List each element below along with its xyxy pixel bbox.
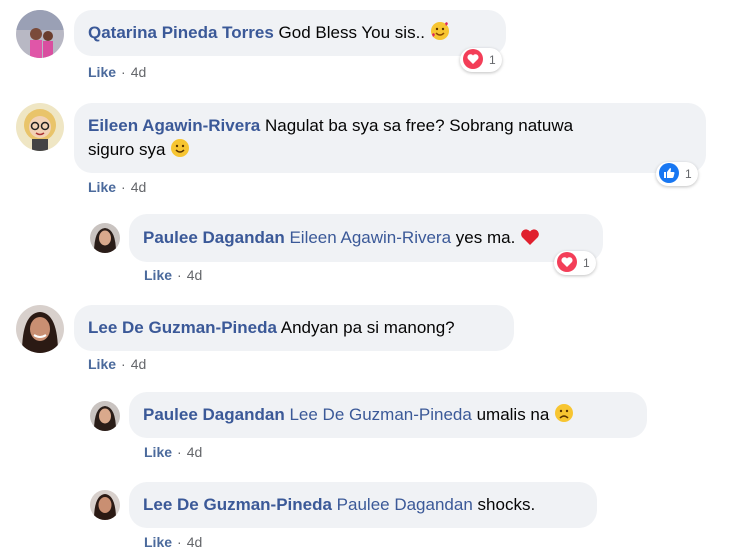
smiling-face-icon [170, 138, 190, 165]
reaction-count: 1 [685, 167, 692, 181]
reaction-count: 1 [583, 256, 590, 270]
comment-author[interactable]: Lee De Guzman-Pineda [143, 495, 332, 514]
heart-icon [557, 251, 577, 275]
separator: · [177, 534, 182, 550]
separator: · [177, 267, 182, 283]
avatar[interactable] [16, 10, 64, 58]
comment-author[interactable]: Paulee Dagandan [143, 405, 285, 424]
comment-actions: Like · 4d [88, 356, 146, 372]
like-button[interactable]: Like [88, 64, 116, 80]
like-thumb-icon [659, 162, 679, 186]
reaction-badge[interactable]: 1 [656, 162, 698, 186]
reaction-badge[interactable]: 1 [554, 251, 596, 275]
reply-bubble: Lee De Guzman-Pineda Paulee Dagandan sho… [129, 482, 597, 528]
reply-bubble: Paulee Dagandan Eileen Agawin-Rivera yes… [129, 214, 603, 262]
timestamp[interactable]: 4d [187, 534, 203, 550]
avatar[interactable] [16, 305, 64, 353]
comment-actions: Like · 4d [88, 64, 146, 80]
timestamp[interactable]: 4d [187, 444, 203, 460]
mention-link[interactable]: Paulee Dagandan [337, 495, 473, 514]
timestamp[interactable]: 4d [131, 179, 147, 195]
comment-bubble: Qatarina Pineda Torres God Bless You sis… [74, 10, 506, 56]
comment-text: God Bless You sis.. [278, 23, 426, 42]
timestamp[interactable]: 4d [187, 267, 203, 283]
reaction-badge[interactable]: 1 [460, 48, 502, 72]
frowning-face-icon [554, 403, 574, 430]
heart-icon [463, 48, 483, 72]
red-heart-icon [520, 228, 540, 253]
separator: · [121, 179, 126, 195]
timestamp[interactable]: 4d [131, 64, 147, 80]
comment-text: yes ma. [455, 228, 516, 247]
separator: · [177, 444, 182, 460]
comment-text: siguro sya [88, 140, 166, 159]
comment-author[interactable]: Lee De Guzman-Pineda [88, 318, 277, 337]
comment-actions: Like · 4d [144, 534, 202, 550]
comment-text: Andyan pa si manong? [280, 318, 455, 337]
reply-bubble: Paulee Dagandan Lee De Guzman-Pineda uma… [129, 392, 647, 438]
comment-text: shocks. [477, 495, 536, 514]
comment-text: Nagulat ba sya sa free? Sobrang natuwa [265, 116, 574, 135]
like-button[interactable]: Like [144, 267, 172, 283]
separator: · [121, 356, 126, 372]
smiling-face-with-hearts-icon [430, 21, 450, 48]
comment-text: umalis na [476, 405, 550, 424]
comment-actions: Like · 4d [88, 179, 146, 195]
like-button[interactable]: Like [88, 179, 116, 195]
avatar[interactable] [90, 223, 120, 253]
comment-bubble: Eileen Agawin-Rivera Nagulat ba sya sa f… [74, 103, 706, 173]
avatar[interactable] [90, 401, 120, 431]
reaction-count: 1 [489, 53, 496, 67]
comment-author[interactable]: Eileen Agawin-Rivera [88, 116, 260, 135]
separator: · [121, 64, 126, 80]
like-button[interactable]: Like [144, 534, 172, 550]
avatar[interactable] [16, 103, 64, 151]
mention-link[interactable]: Lee De Guzman-Pineda [289, 405, 471, 424]
mention-link[interactable]: Eileen Agawin-Rivera [289, 228, 451, 247]
like-button[interactable]: Like [88, 356, 116, 372]
comment-author[interactable]: Paulee Dagandan [143, 228, 285, 247]
timestamp[interactable]: 4d [131, 356, 147, 372]
avatar[interactable] [90, 490, 120, 520]
comment-bubble: Lee De Guzman-Pineda Andyan pa si manong… [74, 305, 514, 351]
comment-actions: Like · 4d [144, 444, 202, 460]
comment-actions: Like · 4d [144, 267, 202, 283]
comment-author[interactable]: Qatarina Pineda Torres [88, 23, 274, 42]
like-button[interactable]: Like [144, 444, 172, 460]
